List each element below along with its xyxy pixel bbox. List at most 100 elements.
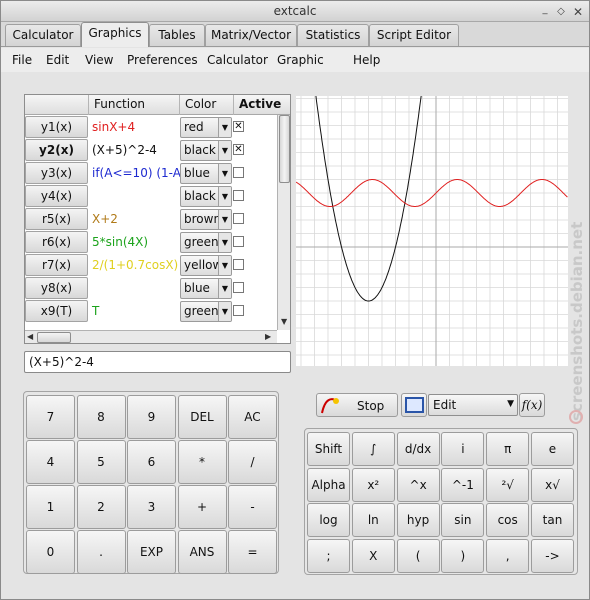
function-key-button[interactable]: ²√ [486, 467, 530, 502]
row-header[interactable]: y4(x) [25, 185, 88, 207]
tab-statistics[interactable]: Statistics [297, 24, 369, 46]
key-button[interactable]: 0 [26, 530, 75, 574]
header-active[interactable]: Active [234, 95, 290, 115]
active-checkbox[interactable] [233, 236, 244, 247]
key-button[interactable]: 6 [127, 440, 176, 484]
function-key-button[interactable]: X [351, 538, 395, 573]
menu-preferences[interactable]: Preferences [127, 53, 198, 67]
key-button[interactable]: 1 [26, 485, 75, 529]
menu-edit[interactable]: Edit [46, 53, 69, 67]
key-button[interactable]: * [177, 440, 227, 484]
table-row[interactable]: y1(x) sinX+4 red ▼ ✕ [25, 116, 275, 139]
key-button[interactable]: . [76, 530, 126, 574]
header-function[interactable]: Function [89, 95, 180, 115]
function-key-button[interactable]: , [486, 538, 530, 573]
key-button[interactable]: EXP [127, 530, 176, 574]
scroll-down-icon[interactable]: ▼ [281, 317, 287, 326]
row-header[interactable]: y8(x) [25, 277, 88, 299]
table-row[interactable]: r7(x) 2/(1+0.7cosX) yellow ▼ [25, 254, 275, 277]
color-select[interactable]: black ▼ [180, 140, 232, 161]
active-checkbox[interactable] [233, 190, 244, 201]
function-cell[interactable]: T [90, 300, 180, 322]
table-row[interactable]: r6(x) 5*sin(4X) green ▼ [25, 231, 275, 254]
minimize-icon[interactable]: _ [539, 4, 551, 16]
key-button[interactable]: / [228, 440, 277, 484]
key-button[interactable]: - [228, 485, 277, 529]
function-cell[interactable]: sinX+4 [90, 116, 180, 138]
active-checkbox[interactable]: ✕ [233, 121, 244, 132]
key-button[interactable]: DEL [177, 395, 227, 439]
row-header[interactable]: r6(x) [25, 231, 88, 253]
function-key-button[interactable]: e [531, 432, 574, 466]
table-horizontal-scrollbar[interactable]: ◀ ▶ [25, 330, 277, 343]
active-checkbox[interactable]: ✕ [233, 144, 244, 155]
screen-button[interactable] [401, 393, 427, 417]
menu-graphic[interactable]: Graphic [277, 53, 324, 67]
function-key-button[interactable]: i [441, 432, 485, 466]
table-row[interactable]: y4(x) black ▼ [25, 185, 275, 208]
active-checkbox[interactable] [233, 305, 244, 316]
function-key-button[interactable]: x² [351, 467, 395, 502]
key-button[interactable]: AC [228, 395, 277, 439]
active-checkbox[interactable] [233, 259, 244, 270]
function-key-button[interactable]: d/dx [396, 432, 440, 466]
row-header[interactable]: x9(T) [25, 300, 88, 322]
mode-select[interactable]: Edit ▼ [428, 394, 518, 416]
function-input[interactable]: (X+5)^2-4 [24, 351, 291, 373]
key-button[interactable]: 7 [26, 395, 75, 439]
function-cell[interactable]: (X+5)^2-4 [90, 139, 180, 161]
color-select[interactable]: black ▼ [180, 186, 232, 207]
function-button[interactable]: f(x) [519, 393, 545, 417]
function-cell[interactable]: 2/(1+0.7cosX) [90, 254, 180, 276]
color-select[interactable]: blue ▼ [180, 278, 232, 299]
graph-canvas[interactable] [296, 96, 568, 366]
maximize-icon[interactable]: ◇ [555, 6, 567, 18]
tab-matrix-vector[interactable]: Matrix/Vector [205, 24, 297, 46]
function-key-button[interactable]: ^-1 [441, 467, 485, 502]
function-cell[interactable] [90, 185, 180, 207]
function-key-button[interactable]: π [486, 432, 530, 466]
tab-calculator[interactable]: Calculator [5, 24, 81, 46]
tab-tables[interactable]: Tables [149, 24, 205, 46]
color-select[interactable]: green ▼ [180, 232, 232, 253]
header-color[interactable]: Color [180, 95, 234, 115]
function-key-button[interactable]: Shift [307, 432, 350, 466]
key-button[interactable]: + [177, 485, 227, 529]
key-button[interactable]: 2 [76, 485, 126, 529]
color-select[interactable]: blue ▼ [180, 163, 232, 184]
table-row[interactable]: y3(x) if(A<=10) (1-A/blue ▼ [25, 162, 275, 185]
menu-help[interactable]: Help [353, 53, 380, 67]
row-header[interactable]: r7(x) [25, 254, 88, 276]
tab-script-editor[interactable]: Script Editor [369, 24, 459, 46]
function-cell[interactable]: 5*sin(4X) [90, 231, 180, 253]
function-key-button[interactable]: hyp [396, 503, 440, 537]
table-row[interactable]: r5(x) X+2 brown ▼ [25, 208, 275, 231]
function-key-button[interactable]: -> [531, 538, 574, 573]
color-select[interactable]: brown ▼ [180, 209, 232, 230]
function-key-button[interactable]: sin [441, 503, 485, 537]
function-key-button[interactable]: ( [396, 538, 440, 573]
tab-graphics[interactable]: Graphics [81, 22, 149, 47]
color-select[interactable]: red ▼ [180, 117, 232, 138]
scroll-right-icon[interactable]: ▶ [265, 332, 271, 341]
menu-calculator[interactable]: Calculator [207, 53, 268, 67]
function-cell[interactable]: if(A<=10) (1-A/ [90, 162, 180, 184]
key-button[interactable]: ANS [177, 530, 227, 574]
color-select[interactable]: green ▼ [180, 301, 232, 322]
scroll-thumb[interactable] [37, 332, 71, 343]
menu-view[interactable]: View [85, 53, 113, 67]
function-cell[interactable]: X+2 [90, 208, 180, 230]
function-key-button[interactable]: cos [486, 503, 530, 537]
table-vertical-scrollbar[interactable]: ▼ [277, 115, 290, 330]
function-key-button[interactable]: ∫ [351, 432, 395, 466]
key-button[interactable]: 3 [127, 485, 176, 529]
table-row[interactable]: y2(x) (X+5)^2-4 black ▼ ✕ [25, 139, 275, 162]
scroll-thumb[interactable] [279, 115, 290, 183]
row-header[interactable]: r5(x) [25, 208, 88, 230]
color-select[interactable]: yellow ▼ [180, 255, 232, 276]
table-row[interactable]: y8(x) blue ▼ [25, 277, 275, 300]
function-key-button[interactable]: Alpha [307, 467, 350, 502]
menu-file[interactable]: File [12, 53, 32, 67]
stop-button[interactable]: Stop [316, 393, 398, 417]
key-button[interactable]: = [228, 530, 277, 574]
